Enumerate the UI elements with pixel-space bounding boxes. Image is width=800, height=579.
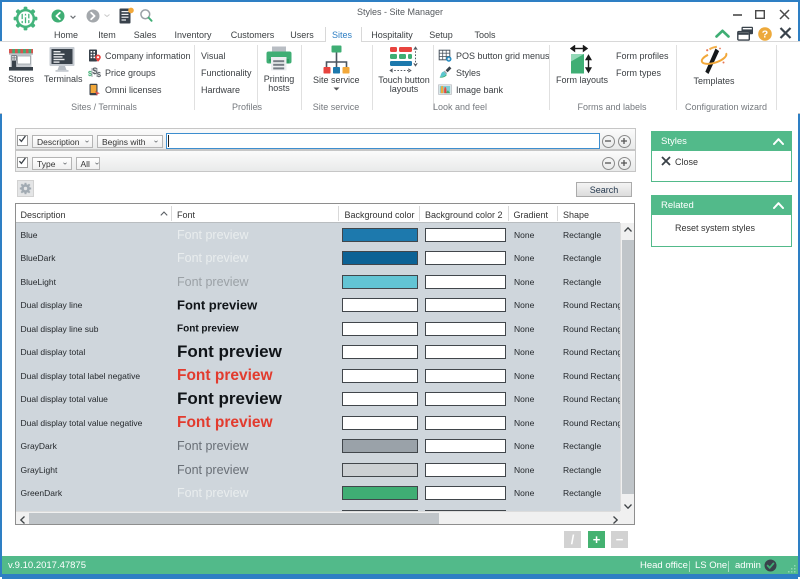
- svg-text:?: ?: [762, 28, 768, 40]
- svg-text:$: $: [88, 71, 92, 78]
- svg-text:$: $: [97, 72, 101, 79]
